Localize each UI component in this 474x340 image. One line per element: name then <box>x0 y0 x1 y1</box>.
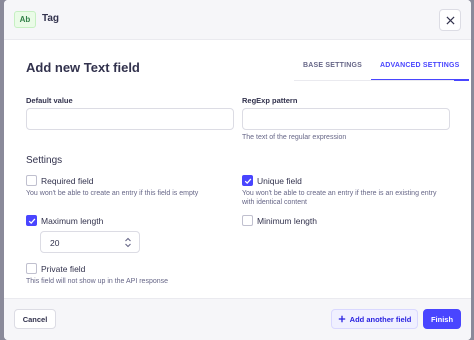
text-type-badge: Ab <box>14 11 36 28</box>
tab-list: BASE SETTINGS ADVANCED SETTINGS <box>294 56 469 81</box>
page-title: Add new Text field <box>26 60 140 75</box>
maximum-length-value: 20 <box>50 238 60 248</box>
close-button[interactable] <box>439 9 461 31</box>
add-another-field-label: Add another field <box>349 314 412 324</box>
add-another-field-button[interactable]: Add another field <box>331 309 418 329</box>
unique-field-label: Unique field <box>257 176 302 186</box>
cancel-button[interactable]: Cancel <box>14 309 56 329</box>
regexp-hint: The text of the regular expression <box>242 134 347 141</box>
tab-advanced-settings[interactable]: ADVANCED SETTINGS <box>371 56 469 81</box>
tabs-divider <box>294 80 454 81</box>
unique-field-hint-line1: You won't be able to create an entry if … <box>242 190 437 197</box>
regexp-label: RegExp pattern <box>242 96 298 105</box>
minimum-length-label: Minimum length <box>257 216 317 226</box>
minimum-length-checkbox[interactable] <box>242 215 253 226</box>
unique-field-checkbox[interactable] <box>242 175 253 186</box>
maximum-length-input[interactable]: 20 <box>40 231 140 253</box>
plus-icon <box>338 315 345 323</box>
check-icon <box>244 177 251 184</box>
unique-field-hint-line2: with identical content <box>242 199 307 206</box>
private-field-label: Private field <box>41 264 86 274</box>
settings-heading: Settings <box>26 155 63 166</box>
modal-dialog: Ab Tag Add new Text field BASE SETTINGS … <box>4 0 471 340</box>
maximum-length-label: Maximum length <box>41 216 104 226</box>
required-field-label: Required field <box>41 176 94 186</box>
required-field-hint: You won't be able to create an entry if … <box>26 190 199 197</box>
default-value-input[interactable] <box>26 108 234 130</box>
check-icon <box>28 217 35 224</box>
regexp-input[interactable] <box>242 108 450 130</box>
default-value-label: Default value <box>26 96 73 105</box>
tab-base-settings[interactable]: BASE SETTINGS <box>294 56 371 81</box>
private-field-hint: This field will not show up in the API r… <box>26 278 169 285</box>
close-icon <box>445 15 455 25</box>
modal-header: Ab Tag <box>4 0 471 40</box>
modal-footer: Cancel Add another field Finish <box>4 298 471 340</box>
required-field-checkbox[interactable] <box>26 175 37 186</box>
finish-button[interactable]: Finish <box>423 309 461 329</box>
stepper-icon[interactable] <box>123 236 133 249</box>
maximum-length-checkbox[interactable] <box>26 215 37 226</box>
header-title: Tag <box>42 13 60 24</box>
private-field-checkbox[interactable] <box>26 263 37 274</box>
